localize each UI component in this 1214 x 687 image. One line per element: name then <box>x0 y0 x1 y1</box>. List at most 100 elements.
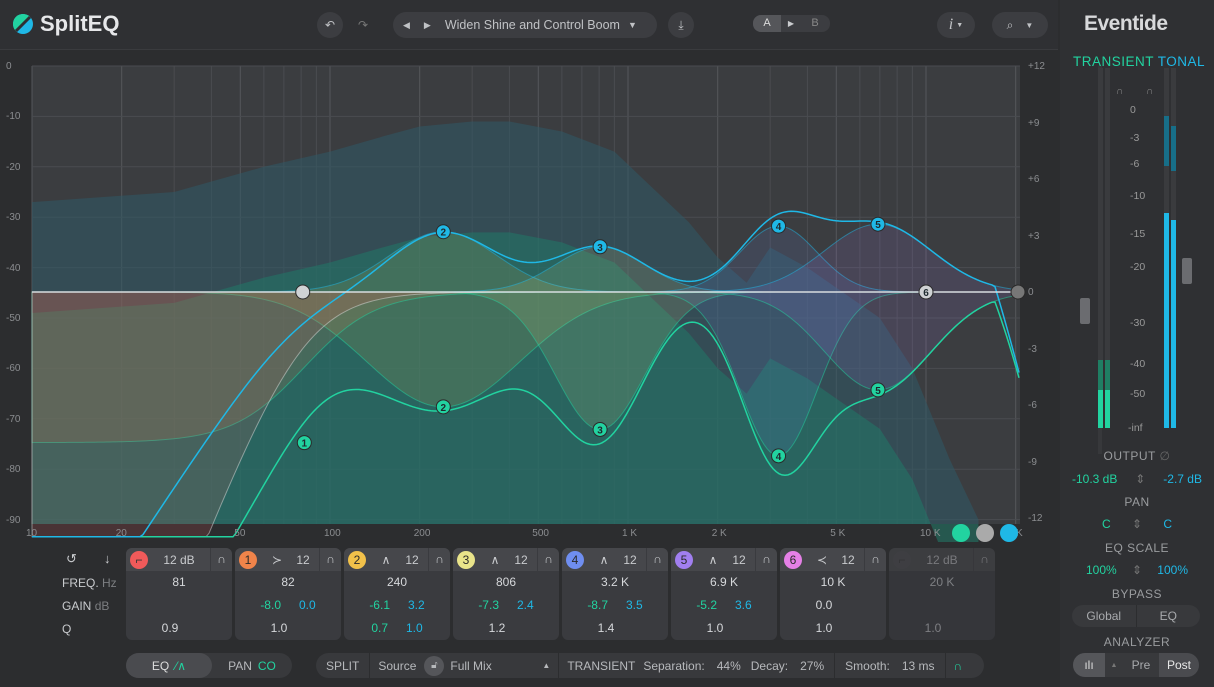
band-solo-headphones-icon[interactable]: ∩ <box>537 548 559 571</box>
band-gain[interactable]: -8.7 3.5 <box>562 594 668 617</box>
band-gain[interactable] <box>126 594 232 617</box>
band-gain[interactable]: -7.3 2.4 <box>453 594 559 617</box>
band-gain[interactable] <box>889 594 995 617</box>
tonal-output-fader[interactable] <box>1182 258 1192 284</box>
band-gain[interactable]: 0.0 <box>780 594 886 617</box>
band-q[interactable]: 1.2 <box>453 617 559 640</box>
eq-graph[interactable]: 1223344556 <box>0 52 1058 631</box>
band-solo-headphones-icon[interactable]: ∩ <box>973 548 995 571</box>
headphones-icon[interactable]: ∩ <box>954 659 963 673</box>
prev-preset-button[interactable]: ◀ <box>403 20 410 31</box>
reset-button[interactable]: ↺ <box>66 551 77 567</box>
band-freq[interactable]: 81 <box>126 571 232 594</box>
band-solo-headphones-icon[interactable]: ∩ <box>428 548 450 571</box>
band-enable-button[interactable]: ⌐ <box>130 550 148 569</box>
transient-solo-button[interactable] <box>952 524 970 542</box>
tonal-eq-scale-value[interactable]: 100% <box>1157 563 1188 577</box>
band-slope[interactable]: 12 <box>614 553 646 567</box>
band-freq[interactable]: 6.9 K <box>671 571 777 594</box>
pan-view-button[interactable]: PAN CO <box>212 659 292 673</box>
band-gain[interactable]: -8.0 0.0 <box>235 594 341 617</box>
redo-button[interactable]: ↷ <box>350 12 376 38</box>
arrow-down-button[interactable]: ↓ <box>104 551 111 566</box>
lock-icon[interactable]: 🔓︎ <box>424 655 445 676</box>
bell-icon[interactable]: ∧ <box>376 553 396 567</box>
tonal-output-value[interactable]: -2.7 dB <box>1163 472 1202 486</box>
band-q[interactable]: 1.0 <box>671 617 777 640</box>
next-preset-button[interactable]: ▶ <box>424 20 431 31</box>
band-enable-button[interactable]: 3 <box>457 550 475 569</box>
preset-selector[interactable]: ◀ ▶ Widen Shine and Control Boom ▼ <box>393 12 657 38</box>
band-solo-headphones-icon[interactable]: ∩ <box>864 548 886 571</box>
band-slope[interactable]: 12 <box>505 553 537 567</box>
band-freq[interactable]: 20 K <box>889 571 995 594</box>
meter-scale-tick: -inf <box>1128 422 1143 434</box>
band-freq[interactable]: 82 <box>235 571 341 594</box>
a-button[interactable]: A <box>753 15 781 32</box>
transient-headphones-icon[interactable]: ∩ <box>1116 86 1123 97</box>
band-solo-headphones-icon[interactable]: ∩ <box>755 548 777 571</box>
band-enable-button[interactable]: 2 <box>348 550 366 569</box>
separation-value[interactable]: 44% <box>717 659 741 673</box>
tonal-headphones-icon[interactable]: ∩ <box>1146 86 1153 97</box>
band-enable-button[interactable]: 5 <box>675 550 693 569</box>
eq-graph-canvas[interactable]: 1223344556 <box>0 52 1058 631</box>
smooth-value[interactable]: 13 ms <box>902 659 935 673</box>
highcut-node[interactable] <box>1010 284 1026 300</box>
band-enable-button[interactable]: ⌐ <box>893 550 911 569</box>
bypass-global-button[interactable]: Global <box>1072 605 1137 627</box>
band-gain[interactable]: -5.2 3.6 <box>671 594 777 617</box>
low-shelf-icon[interactable]: ≻ <box>267 553 287 567</box>
save-preset-button[interactable]: ⤓ <box>668 12 694 38</box>
source-select[interactable]: Full Mix <box>450 659 542 673</box>
band-slope[interactable]: 12 <box>287 553 319 567</box>
band-gain[interactable]: -6.1 3.2 <box>344 594 450 617</box>
high-shelf-icon[interactable]: ≺ <box>812 553 832 567</box>
band-q[interactable]: 1.0 <box>889 617 995 640</box>
band-slope[interactable]: 12 <box>723 553 755 567</box>
band-freq[interactable]: 240 <box>344 571 450 594</box>
lowcut-node[interactable] <box>295 284 311 300</box>
band-q[interactable]: 1.0 <box>780 617 886 640</box>
band-solo-headphones-icon[interactable]: ∩ <box>319 548 341 571</box>
band-slope[interactable]: 12 <box>396 553 428 567</box>
bell-icon[interactable]: ∧ <box>703 553 723 567</box>
band-enable-button[interactable]: 1 <box>239 550 257 569</box>
eq-view-button[interactable]: EQ ⁄∧ <box>126 653 212 678</box>
bypass-eq-button[interactable]: EQ <box>1137 605 1201 627</box>
band-enable-button[interactable]: 4 <box>566 550 584 569</box>
band-solo-headphones-icon[interactable]: ∩ <box>646 548 668 571</box>
band-freq[interactable]: 10 K <box>780 571 886 594</box>
band-freq[interactable]: 3.2 K <box>562 571 668 594</box>
transient-pan-value[interactable]: C <box>1102 517 1111 531</box>
analyzer-post-button[interactable]: Post <box>1159 653 1199 677</box>
bell-icon[interactable]: ∧ <box>594 553 614 567</box>
phase-invert-icon[interactable]: ∅ <box>1160 449 1171 463</box>
chevron-up-icon[interactable]: ▲ <box>1105 662 1123 669</box>
transient-output-value[interactable]: -10.3 dB <box>1072 472 1117 486</box>
band-q[interactable]: 1.4 <box>562 617 668 640</box>
band-slope[interactable]: 12 <box>832 553 864 567</box>
transient-eq-scale-value[interactable]: 100% <box>1086 563 1117 577</box>
band-slope[interactable]: 12 dB <box>148 553 210 567</box>
band-solo-headphones-icon[interactable]: ∩ <box>210 548 232 571</box>
b-button[interactable]: B <box>801 15 829 32</box>
analyzer-toggle-icon[interactable]: ılı <box>1073 653 1105 677</box>
info-button[interactable]: i ▼ <box>937 12 975 38</box>
band-enable-button[interactable]: 6 <box>784 550 802 569</box>
band-slope[interactable]: 12 dB <box>911 553 973 567</box>
transient-output-fader[interactable] <box>1080 298 1090 324</box>
undo-button[interactable]: ↶ <box>317 12 343 38</box>
tonal-pan-value[interactable]: C <box>1163 517 1172 531</box>
decay-value[interactable]: 27% <box>800 659 824 673</box>
settings-button[interactable]: ⌕ ▼ <box>992 12 1048 38</box>
bell-icon[interactable]: ∧ <box>485 553 505 567</box>
copy-ab-button[interactable]: ▶ <box>781 15 801 32</box>
band-q[interactable]: 0.7 1.0 <box>344 617 450 640</box>
analyzer-pre-button[interactable]: Pre <box>1123 658 1159 672</box>
band-freq[interactable]: 806 <box>453 571 559 594</box>
all-solo-button[interactable] <box>976 524 994 542</box>
band-q[interactable]: 0.9 <box>126 617 232 640</box>
band-q[interactable]: 1.0 <box>235 617 341 640</box>
tonal-solo-button[interactable] <box>1000 524 1018 542</box>
